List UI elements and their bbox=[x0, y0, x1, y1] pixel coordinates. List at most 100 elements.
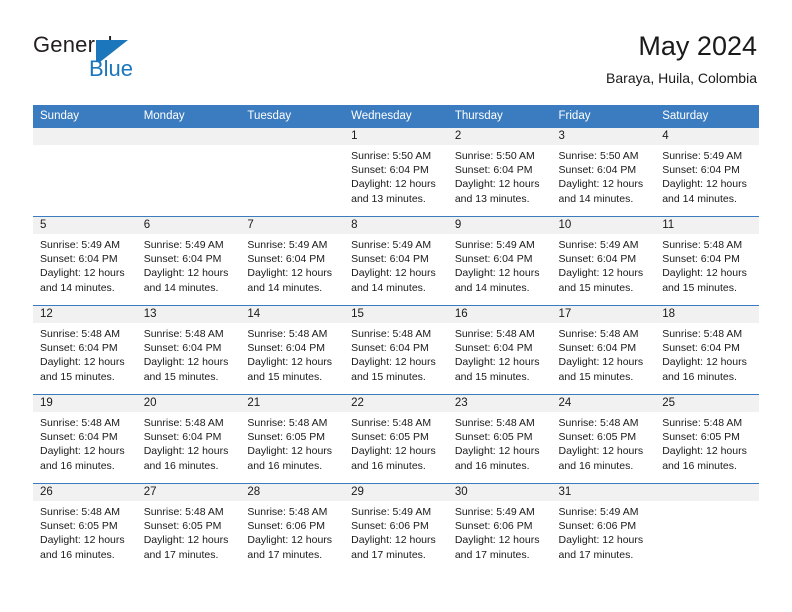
day-number: 17 bbox=[551, 306, 656, 323]
sunrise-text: Sunrise: 5:50 AM bbox=[454, 150, 535, 162]
day-number: 29 bbox=[344, 484, 448, 501]
day-number: 25 bbox=[655, 395, 759, 412]
day-details: Sunrise: 5:48 AM Sunset: 6:05 PM Daylight:… bbox=[655, 412, 759, 473]
calendar-day-cell[interactable]: 28 Sunrise: 5:48 AM Sunset: 6:06 PM Dayligh… bbox=[240, 483, 345, 572]
calendar-day-cell[interactable]: 27 Sunrise: 5:48 AM Sunset: 6:05 PM Dayligh… bbox=[136, 483, 241, 572]
day-cell-inner: 9 Sunrise: 5:49 AM Sunset: 6:04 PM Daylight… bbox=[447, 217, 552, 305]
calendar-day-cell[interactable]: 6 Sunrise: 5:49 AM Sunset: 6:04 PM Daylight… bbox=[136, 216, 241, 306]
calendar-day-cell[interactable] bbox=[655, 483, 759, 572]
calendar-day-cell[interactable]: 31 Sunrise: 5:49 AM Sunset: 6:06 PM Dayligh… bbox=[551, 483, 656, 572]
daylight-text-line2: and 16 minutes. bbox=[40, 548, 115, 561]
calendar-day-cell[interactable]: 14 Sunrise: 5:48 AM Sunset: 6:04 PM Dayligh… bbox=[240, 305, 345, 395]
daylight-text-line2: and 17 minutes. bbox=[558, 548, 634, 561]
calendar-day-cell[interactable]: 26 Sunrise: 5:48 AM Sunset: 6:05 PM Dayligh… bbox=[33, 483, 137, 572]
day-details: Sunrise: 5:49 AM Sunset: 6:04 PM Daylight:… bbox=[655, 145, 759, 206]
calendar-day-cell[interactable]: 30 Sunrise: 5:49 AM Sunset: 6:06 PM Dayligh… bbox=[447, 483, 552, 572]
day-details: Sunrise: 5:48 AM Sunset: 6:04 PM Daylight:… bbox=[344, 323, 448, 384]
day-details: Sunrise: 5:49 AM Sunset: 6:06 PM Daylight:… bbox=[552, 501, 656, 562]
sunrise-text: Sunrise: 5:49 AM bbox=[662, 150, 743, 162]
day-number: 5 bbox=[33, 217, 137, 234]
sunrise-text: Sunrise: 5:49 AM bbox=[143, 239, 224, 251]
calendar-day-cell[interactable]: 9 Sunrise: 5:49 AM Sunset: 6:04 PM Daylight… bbox=[447, 216, 552, 306]
calendar-day-cell[interactable]: 1 Sunrise: 5:50 AM Sunset: 6:04 PM Daylight… bbox=[344, 127, 448, 217]
daylight-text-line1: Daylight: 12 hours bbox=[40, 445, 125, 458]
calendar-day-cell[interactable]: 12 Sunrise: 5:48 AM Sunset: 6:04 PM Dayligh… bbox=[33, 305, 137, 395]
general-blue-logo[interactable]: General Blue bbox=[33, 32, 223, 90]
sunset-text: Sunset: 6:06 PM bbox=[558, 520, 637, 533]
day-details: Sunrise: 5:49 AM Sunset: 6:04 PM Daylight:… bbox=[344, 234, 448, 295]
daylight-text-line1: Daylight: 12 hours bbox=[558, 356, 644, 369]
month-calendar-table: Sunday Monday Tuesday Wednesday Thursday… bbox=[33, 105, 759, 572]
day-cell-inner: 11 Sunrise: 5:48 AM Sunset: 6:04 PM Dayligh… bbox=[655, 217, 759, 305]
sunset-text: Sunset: 6:04 PM bbox=[662, 164, 740, 177]
calendar-day-cell[interactable]: 29 Sunrise: 5:49 AM Sunset: 6:06 PM Dayligh… bbox=[344, 483, 448, 572]
sunrise-text: Sunrise: 5:48 AM bbox=[454, 328, 535, 340]
day-details: Sunrise: 5:48 AM Sunset: 6:05 PM Daylight:… bbox=[448, 412, 552, 473]
day-details: Sunrise: 5:50 AM Sunset: 6:04 PM Daylight:… bbox=[552, 145, 656, 206]
day-number: 19 bbox=[33, 395, 137, 412]
calendar-day-cell[interactable]: 18 Sunrise: 5:48 AM Sunset: 6:04 PM Dayligh… bbox=[655, 305, 759, 395]
daylight-text-line1: Daylight: 12 hours bbox=[247, 267, 333, 280]
sunset-text: Sunset: 6:05 PM bbox=[143, 520, 222, 533]
daylight-text-line1: Daylight: 12 hours bbox=[662, 445, 747, 458]
sunrise-text: Sunrise: 5:49 AM bbox=[351, 239, 432, 251]
day-details: Sunrise: 5:49 AM Sunset: 6:04 PM Daylight:… bbox=[552, 234, 656, 295]
daylight-text-line2: and 14 minutes. bbox=[40, 281, 115, 294]
sunset-text: Sunset: 6:04 PM bbox=[247, 253, 326, 266]
calendar-day-cell[interactable] bbox=[33, 127, 137, 217]
sunset-text: Sunset: 6:04 PM bbox=[454, 253, 533, 266]
day-number: 28 bbox=[240, 484, 345, 501]
sunset-text: Sunset: 6:04 PM bbox=[143, 431, 222, 444]
day-cell-inner: 30 Sunrise: 5:49 AM Sunset: 6:06 PM Dayligh… bbox=[447, 484, 552, 572]
calendar-day-cell[interactable]: 13 Sunrise: 5:48 AM Sunset: 6:04 PM Dayligh… bbox=[136, 305, 241, 395]
weekday-header-friday: Friday bbox=[551, 105, 656, 128]
day-cell-inner: 23 Sunrise: 5:48 AM Sunset: 6:05 PM Dayligh… bbox=[447, 395, 552, 483]
calendar-day-cell[interactable]: 23 Sunrise: 5:48 AM Sunset: 6:05 PM Dayligh… bbox=[447, 394, 552, 484]
calendar-body: 1 Sunrise: 5:50 AM Sunset: 6:04 PM Daylight… bbox=[33, 127, 759, 572]
day-cell-inner: 18 Sunrise: 5:48 AM Sunset: 6:04 PM Dayligh… bbox=[655, 306, 759, 394]
daylight-text-line1: Daylight: 12 hours bbox=[558, 267, 644, 280]
calendar-day-cell[interactable]: 19 Sunrise: 5:48 AM Sunset: 6:04 PM Dayligh… bbox=[33, 394, 137, 484]
calendar-day-cell[interactable]: 15 Sunrise: 5:48 AM Sunset: 6:04 PM Dayligh… bbox=[344, 305, 448, 395]
day-number: 16 bbox=[447, 306, 552, 323]
sunset-text: Sunset: 6:04 PM bbox=[40, 253, 118, 266]
calendar-day-cell[interactable]: 2 Sunrise: 5:50 AM Sunset: 6:04 PM Daylight… bbox=[447, 127, 552, 217]
calendar-day-cell[interactable]: 10 Sunrise: 5:49 AM Sunset: 6:04 PM Dayligh… bbox=[551, 216, 656, 306]
sunrise-text: Sunrise: 5:48 AM bbox=[351, 417, 432, 429]
calendar-day-cell[interactable]: 16 Sunrise: 5:48 AM Sunset: 6:04 PM Dayligh… bbox=[447, 305, 552, 395]
day-details: Sunrise: 5:49 AM Sunset: 6:04 PM Daylight:… bbox=[137, 234, 241, 295]
calendar-day-cell[interactable]: 21 Sunrise: 5:48 AM Sunset: 6:05 PM Dayligh… bbox=[240, 394, 345, 484]
calendar-day-cell[interactable]: 24 Sunrise: 5:48 AM Sunset: 6:05 PM Dayligh… bbox=[551, 394, 656, 484]
daylight-text-line2: and 15 minutes. bbox=[40, 370, 115, 383]
calendar-day-cell[interactable]: 8 Sunrise: 5:49 AM Sunset: 6:04 PM Daylight… bbox=[344, 216, 448, 306]
calendar-day-cell[interactable] bbox=[136, 127, 241, 217]
calendar-day-cell[interactable] bbox=[240, 127, 345, 217]
calendar-day-cell[interactable]: 5 Sunrise: 5:49 AM Sunset: 6:04 PM Daylight… bbox=[33, 216, 137, 306]
day-number: 1 bbox=[344, 128, 448, 145]
calendar-day-cell[interactable]: 11 Sunrise: 5:48 AM Sunset: 6:04 PM Dayligh… bbox=[655, 216, 759, 306]
calendar-day-cell[interactable]: 20 Sunrise: 5:48 AM Sunset: 6:04 PM Dayligh… bbox=[136, 394, 241, 484]
calendar-day-cell[interactable]: 22 Sunrise: 5:48 AM Sunset: 6:05 PM Dayligh… bbox=[344, 394, 448, 484]
calendar-week-row: 12 Sunrise: 5:48 AM Sunset: 6:04 PM Dayligh… bbox=[33, 305, 759, 395]
daylight-text-line1: Daylight: 12 hours bbox=[247, 534, 333, 547]
day-cell-inner: 3 Sunrise: 5:50 AM Sunset: 6:04 PM Daylight… bbox=[551, 128, 656, 216]
calendar-day-cell[interactable]: 17 Sunrise: 5:48 AM Sunset: 6:04 PM Dayligh… bbox=[551, 305, 656, 395]
day-number bbox=[136, 128, 241, 145]
day-cell-inner: 24 Sunrise: 5:48 AM Sunset: 6:05 PM Dayligh… bbox=[551, 395, 656, 483]
day-number: 26 bbox=[33, 484, 137, 501]
day-number bbox=[655, 484, 759, 501]
calendar-day-cell[interactable]: 3 Sunrise: 5:50 AM Sunset: 6:04 PM Daylight… bbox=[551, 127, 656, 217]
sunset-text: Sunset: 6:05 PM bbox=[454, 431, 533, 444]
day-details: Sunrise: 5:49 AM Sunset: 6:04 PM Daylight:… bbox=[448, 234, 552, 295]
calendar-day-cell[interactable]: 4 Sunrise: 5:49 AM Sunset: 6:04 PM Daylight… bbox=[655, 127, 759, 217]
calendar-day-cell[interactable]: 25 Sunrise: 5:48 AM Sunset: 6:05 PM Dayligh… bbox=[655, 394, 759, 484]
sunrise-text: Sunrise: 5:48 AM bbox=[662, 239, 743, 251]
day-details: Sunrise: 5:48 AM Sunset: 6:04 PM Daylight:… bbox=[655, 323, 759, 384]
day-details: Sunrise: 5:48 AM Sunset: 6:04 PM Daylight:… bbox=[33, 323, 137, 384]
daylight-text-line1: Daylight: 12 hours bbox=[662, 356, 747, 369]
calendar-day-cell[interactable]: 7 Sunrise: 5:49 AM Sunset: 6:04 PM Daylight… bbox=[240, 216, 345, 306]
daylight-text-line1: Daylight: 12 hours bbox=[351, 267, 436, 280]
day-number: 8 bbox=[344, 217, 448, 234]
calendar-week-row: 19 Sunrise: 5:48 AM Sunset: 6:04 PM Dayligh… bbox=[33, 394, 759, 484]
daylight-text-line2: and 17 minutes. bbox=[454, 548, 530, 561]
